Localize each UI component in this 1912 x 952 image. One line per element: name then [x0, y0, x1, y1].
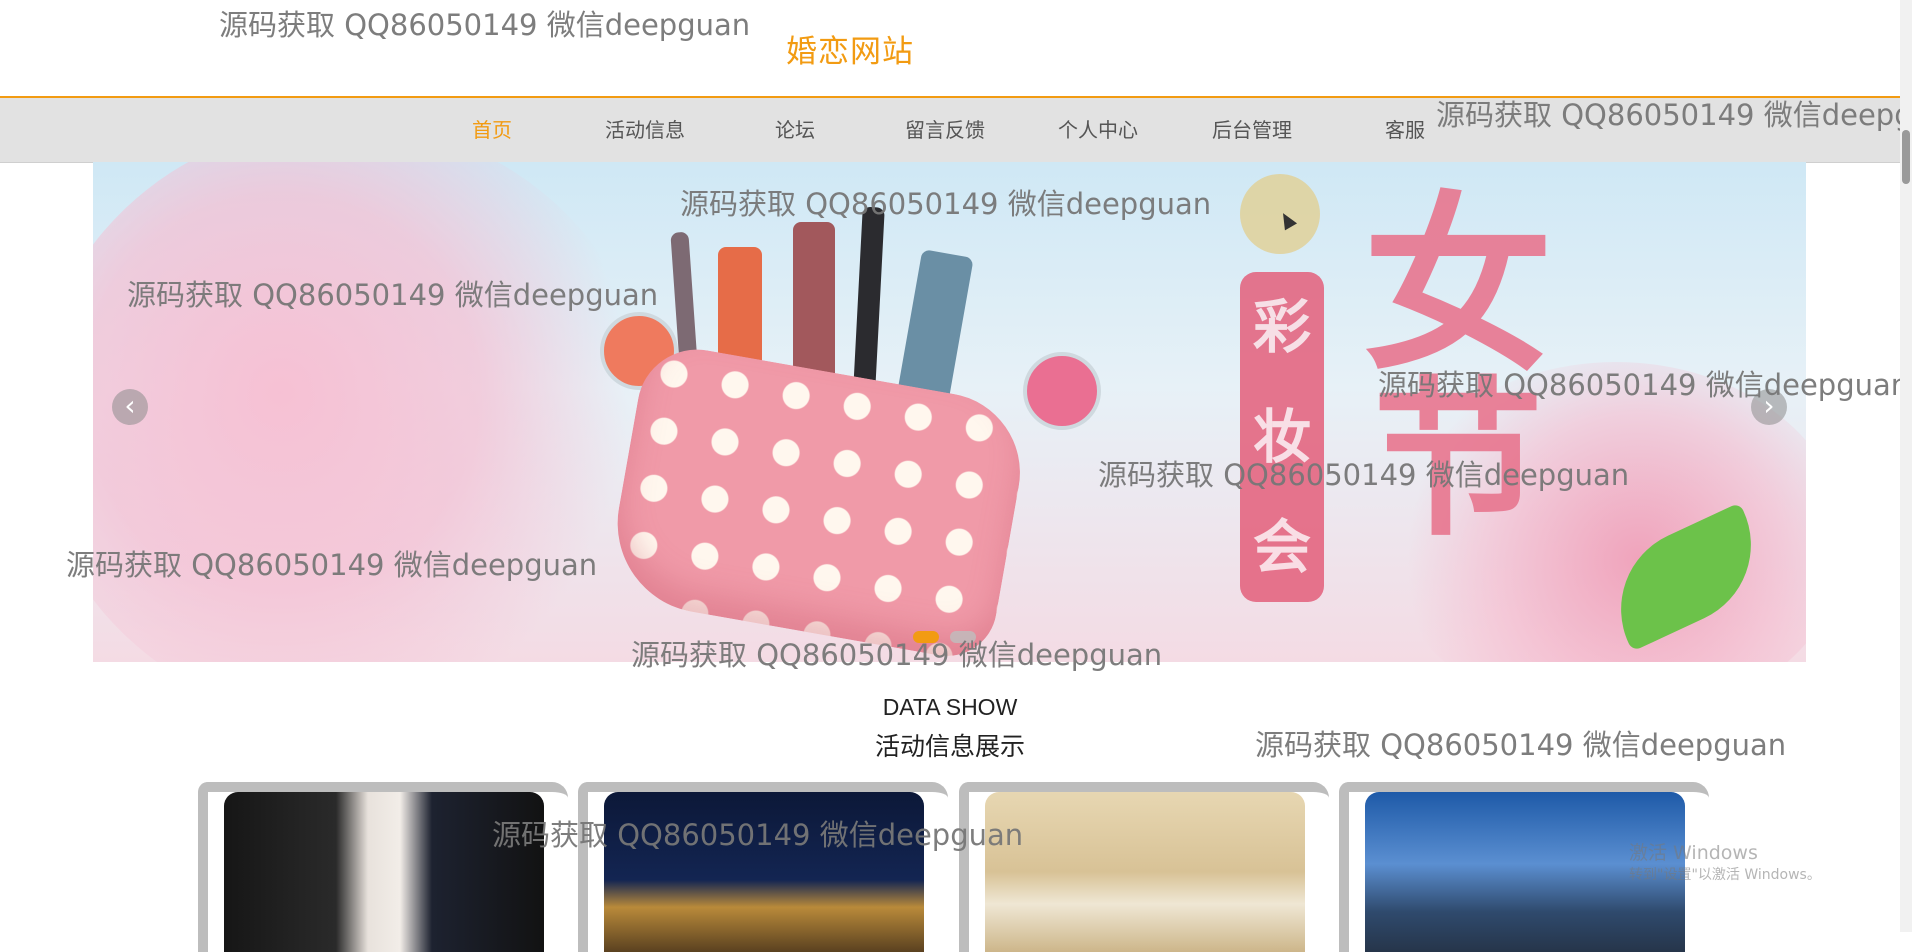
nav-item-admin[interactable]: 后台管理: [1212, 98, 1292, 162]
carousel-dot-2[interactable]: [950, 631, 977, 643]
activity-card[interactable]: [198, 782, 568, 952]
nav-item-activities[interactable]: 活动信息: [605, 98, 685, 162]
windows-activation-title: 激活 Windows: [1629, 842, 1758, 864]
activity-photo[interactable]: [224, 792, 544, 952]
nav-item-forum[interactable]: 论坛: [775, 98, 815, 162]
nav-item-profile[interactable]: 个人中心: [1058, 98, 1138, 162]
windows-activation-subtitle: 转到"设置"以激活 Windows。: [1629, 867, 1821, 883]
makeup-stamp: 彩 妆 会: [1240, 272, 1324, 602]
blush-compact-image: [1023, 352, 1101, 430]
activity-photo[interactable]: [604, 792, 924, 952]
banner-calligraphy: 节: [1373, 360, 1544, 560]
site-header: 婚恋网站: [0, 0, 1912, 96]
makeup-pouch-image: [603, 340, 1033, 662]
carousel-dot-1[interactable]: [913, 631, 939, 643]
site-title[interactable]: 婚恋网站: [786, 26, 914, 71]
nav-item-home[interactable]: 首页: [472, 98, 512, 162]
activity-photo[interactable]: [985, 792, 1305, 952]
carousel-next-button[interactable]: ›: [1751, 389, 1787, 425]
nav-item-service[interactable]: 客服: [1385, 98, 1425, 162]
activity-card[interactable]: [959, 782, 1329, 952]
scrollbar-thumb[interactable]: [1902, 130, 1910, 184]
nav-item-feedback[interactable]: 留言反馈: [905, 98, 985, 162]
carousel-indicators: [913, 628, 982, 647]
activity-card[interactable]: [578, 782, 948, 952]
cherry-blossom-decoration: [93, 162, 653, 662]
carousel-prev-button[interactable]: ‹: [112, 389, 148, 425]
banner-carousel[interactable]: 彩 妆 会 女 节 ‹ ›: [93, 162, 1806, 662]
section-title-cn: 活动信息展示: [874, 732, 1025, 761]
section-title-en: DATA SHOW: [882, 694, 1018, 720]
main-nav: 首页 活动信息 论坛 留言反馈 个人中心 后台管理 客服: [0, 96, 1912, 163]
page-scrollbar[interactable]: [1900, 0, 1912, 932]
